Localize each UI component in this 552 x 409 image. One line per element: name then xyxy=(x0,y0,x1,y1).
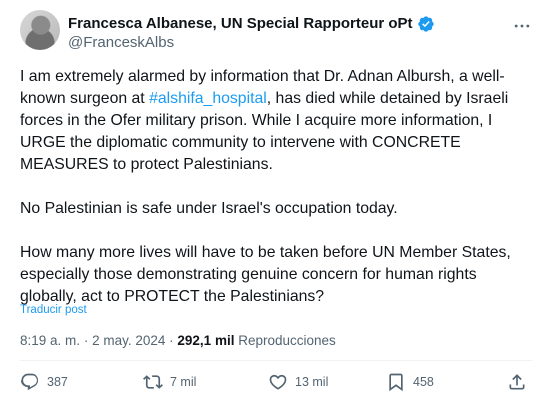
author-display-name[interactable]: Francesca Albanese, UN Special Rapporteu… xyxy=(68,15,413,33)
author-handle[interactable]: @FranceskAlbs xyxy=(68,34,174,52)
tweet-card: Francesca Albanese, UN Special Rapporteu… xyxy=(0,0,552,409)
tweet-paragraph-1: I am extremely alarmed by information th… xyxy=(20,66,525,176)
bookmark-count: 458 xyxy=(413,375,434,389)
views-label: Reproducciones xyxy=(238,333,336,348)
meta-separator: · xyxy=(169,333,174,348)
reply-icon xyxy=(20,373,39,391)
reply-button[interactable]: 387 xyxy=(20,372,68,392)
tweet-time[interactable]: 8:19 a. m. xyxy=(20,333,80,348)
meta-separator: · xyxy=(83,333,89,348)
repost-count: 7 mil xyxy=(170,375,197,389)
hashtag-link[interactable]: #alshifa_hospital xyxy=(149,90,267,107)
divider xyxy=(20,360,532,361)
tweet-paragraph-3: How many more lives will have to be take… xyxy=(20,244,511,305)
share-icon xyxy=(509,374,525,390)
author-name-row: Francesca Albanese, UN Special Rapporteu… xyxy=(68,15,435,33)
avatar[interactable] xyxy=(20,10,60,50)
tweet-text: I am extremely alarmed by information th… xyxy=(20,66,525,308)
like-icon xyxy=(269,374,287,390)
reply-count: 387 xyxy=(47,375,68,389)
bookmark-button[interactable]: 458 xyxy=(386,372,434,392)
like-button[interactable]: 13 mil xyxy=(268,372,328,392)
verified-badge-icon xyxy=(417,15,435,33)
action-bar: 387 7 mil 13 mil 458 xyxy=(20,372,532,396)
tweet-date[interactable]: 2 may. 2024 xyxy=(92,333,165,348)
repost-button[interactable]: 7 mil xyxy=(143,372,196,392)
retweet-icon xyxy=(143,375,163,389)
tweet-meta: 8:19 a. m. · 2 may. 2024 · 292,1 mil Rep… xyxy=(20,333,336,348)
like-count: 13 mil xyxy=(295,375,329,389)
views-count: 292,1 mil xyxy=(177,333,235,348)
translate-post-link[interactable]: Traducir post xyxy=(20,304,87,316)
more-options-icon[interactable] xyxy=(512,16,532,36)
tweet-header: Francesca Albanese, UN Special Rapporteu… xyxy=(20,10,532,54)
share-button[interactable] xyxy=(507,372,527,392)
bookmark-icon xyxy=(389,373,403,392)
tweet-paragraph-2: No Palestinian is safe under Israel's oc… xyxy=(20,200,398,217)
